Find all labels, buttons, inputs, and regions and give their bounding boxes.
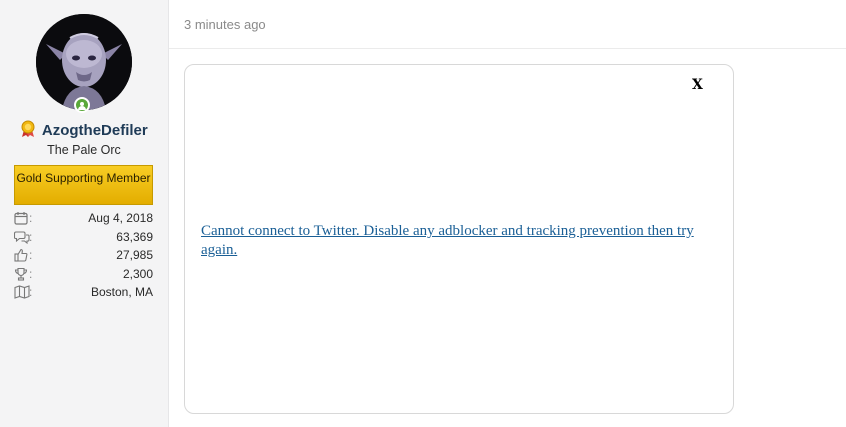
twitter-embed-card: X Cannot connect to Twitter. Disable any…	[184, 64, 734, 414]
username-link[interactable]: AzogtheDefiler	[42, 122, 148, 139]
stat-messages: : 63,369	[13, 229, 153, 248]
stat-joined: : Aug 4, 2018	[14, 210, 153, 229]
award-ribbon-icon	[20, 120, 36, 142]
avatar[interactable]	[36, 14, 132, 110]
user-banner: Gold Supporting Member	[14, 165, 153, 205]
stat-location: : Boston, MA	[14, 284, 153, 303]
user-title: The Pale Orc	[47, 143, 121, 157]
sidebar-arrow	[157, 33, 168, 55]
stat-value: Aug 4, 2018	[88, 211, 153, 225]
stat-points: : 2,300	[14, 266, 153, 285]
stat-value: 27,985	[116, 248, 153, 262]
online-status-icon	[74, 97, 90, 113]
stat-value: 2,300	[122, 266, 153, 281]
divider	[169, 48, 846, 49]
stat-value: 63,369	[116, 229, 153, 244]
user-stats: : Aug 4, 2018 : 63,369 : 27,985 : 2,300	[13, 210, 153, 303]
stat-value: Boston, MA	[90, 285, 153, 299]
twitter-error-link[interactable]: Cannot connect to Twitter. Disable any a…	[201, 222, 717, 260]
close-button[interactable]: X	[692, 77, 703, 93]
message-user-sidebar: AzogtheDefiler The Pale Orc Gold Support…	[0, 0, 169, 427]
post-timestamp[interactable]: 3 minutes ago	[184, 17, 266, 32]
stat-reactions: : 27,985	[14, 247, 153, 266]
